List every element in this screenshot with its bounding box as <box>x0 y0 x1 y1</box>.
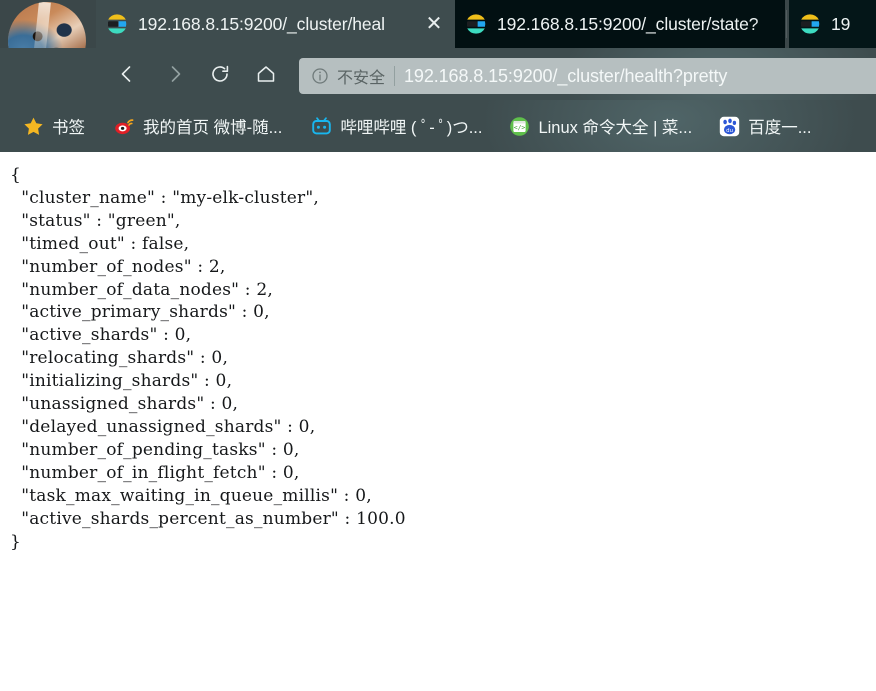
bookmarks-bar: 书签 我的首页 微博-随... 哔哩哔哩 (ﾟ- ﾟ)つ... </> Lin… <box>0 100 876 152</box>
bookmark-label: 哔哩哔哩 ( ﾟ- ﾟ)つ... <box>340 119 483 137</box>
star-icon <box>22 115 44 137</box>
forward-button[interactable] <box>158 57 192 91</box>
dog-photo-icon <box>8 2 86 48</box>
tab-title: 192.168.8.15:9200/_cluster/state? <box>497 13 759 34</box>
bookmark-item-baidu[interactable]: du 百度一... <box>712 109 817 143</box>
home-icon <box>255 63 277 85</box>
tab-third[interactable]: 19 <box>789 0 876 48</box>
back-button[interactable] <box>110 57 144 91</box>
avatar[interactable] <box>8 2 86 48</box>
info-circle-icon[interactable] <box>311 67 329 85</box>
elasticsearch-favicon <box>106 13 128 35</box>
bilibili-icon <box>310 115 332 137</box>
tab-close-button[interactable]: ✕ <box>421 11 447 37</box>
tab-divider <box>786 10 787 38</box>
forward-chevron-icon <box>164 63 186 85</box>
bookmark-label: Linux 命令大全 | 菜... <box>538 119 693 137</box>
page-content: { "cluster_name" : "my-elk-cluster", "st… <box>0 152 876 691</box>
bookmark-item-runoob[interactable]: </> Linux 命令大全 | 菜... <box>502 109 698 143</box>
address-bar[interactable]: 不安全 192.168.8.15:9200/_cluster/health?pr… <box>299 58 876 94</box>
baidu-icon: du <box>718 115 740 137</box>
cluster-health-json: { "cluster_name" : "my-elk-cluster", "st… <box>10 165 406 552</box>
bookmark-label: 书签 <box>52 119 85 137</box>
url-text[interactable]: 192.168.8.15:9200/_cluster/health?pretty <box>404 66 876 87</box>
bookmark-label: 我的首页 微博-随... <box>143 119 283 137</box>
bookmark-label: 百度一... <box>748 119 812 137</box>
svg-text:du: du <box>726 128 733 134</box>
home-button[interactable] <box>249 57 283 91</box>
security-status-label: 不安全 <box>337 70 386 87</box>
reload-icon <box>209 63 231 85</box>
svg-text:</>: </> <box>514 123 526 131</box>
tab-cluster-health[interactable]: 192.168.8.15:9200/_cluster/heal ✕ <box>96 0 455 48</box>
reload-button[interactable] <box>203 57 237 91</box>
bookmark-item-shuqian[interactable]: 书签 <box>16 109 91 143</box>
weibo-icon <box>113 115 135 137</box>
back-chevron-icon <box>116 63 138 85</box>
tab-cluster-state[interactable]: 192.168.8.15:9200/_cluster/state? <box>455 0 785 48</box>
omnibox-divider <box>394 66 396 86</box>
bookmark-item-bilibili[interactable]: 哔哩哔哩 ( ﾟ- ﾟ)つ... <box>304 109 488 143</box>
elasticsearch-favicon <box>465 13 487 35</box>
tab-strip: 192.168.8.15:9200/_cluster/heal ✕ 192.16… <box>0 0 876 48</box>
elasticsearch-favicon <box>799 13 821 35</box>
tab-title: 192.168.8.15:9200/_cluster/heal <box>138 13 385 34</box>
runoob-icon: </> <box>508 115 530 137</box>
tab-title: 19 <box>831 13 851 34</box>
bookmark-item-weibo[interactable]: 我的首页 微博-随... <box>107 109 288 143</box>
browser-window: 192.168.8.15:9200/_cluster/heal ✕ 192.16… <box>0 0 876 691</box>
